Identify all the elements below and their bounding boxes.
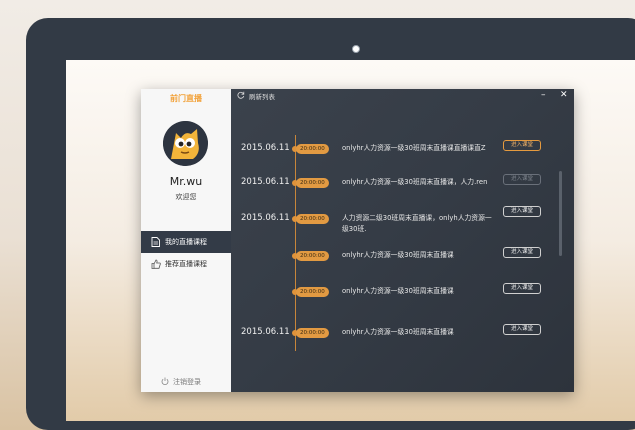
sidebar: 前门直播 Mr.wu 欢迎您 我的直播课程 推荐直播课程 注销登录 bbox=[141, 89, 231, 392]
course-row: 2015.06.11 20:00:00 onlyhr人力资源一级30班周末直播课… bbox=[231, 323, 561, 343]
logo-text: 前门直播 bbox=[170, 94, 202, 103]
course-time-badge: 20:00:00 bbox=[296, 214, 329, 224]
laptop-frame: 前门直播 Mr.wu 欢迎您 我的直播课程 推荐直播课程 注销登录 刷新列表 –… bbox=[26, 18, 635, 430]
course-date: 2015.06.11 bbox=[241, 177, 290, 187]
enter-classroom-button[interactable]: 进入课堂 bbox=[503, 247, 541, 258]
course-title: 人力资源二级30班周末直播课，onlyh人力资源一级30班. bbox=[342, 214, 492, 233]
avatar-image bbox=[163, 121, 208, 166]
course-row: 2015.06.11 20:00:00 人力资源二级30班周末直播课，onlyh… bbox=[231, 206, 561, 233]
sidebar-item-label: 推荐直播课程 bbox=[165, 260, 207, 268]
course-title: onlyhr人力资源一级30班周末直播课，人力.ren bbox=[342, 178, 488, 186]
thumbs-up-icon bbox=[151, 259, 161, 269]
course-date: 2015.06.11 bbox=[241, 327, 290, 337]
logout-label: 注销登录 bbox=[173, 378, 201, 386]
course-row: 20:00:00 onlyhr人力资源一级30班周末直播课 进入课堂 bbox=[231, 246, 561, 266]
course-title: onlyhr人力资源一级30班周末直播课 bbox=[342, 251, 454, 259]
course-date: 2015.06.11 bbox=[241, 143, 290, 153]
course-time-badge: 20:00:00 bbox=[296, 328, 329, 338]
course-time-badge: 20:00:00 bbox=[296, 144, 329, 154]
course-time-badge: 20:00:00 bbox=[296, 251, 329, 261]
sidebar-item-my-courses[interactable]: 我的直播课程 bbox=[141, 231, 231, 253]
sidebar-item-recommended[interactable]: 推荐直播课程 bbox=[141, 253, 231, 275]
course-time-badge: 20:00:00 bbox=[296, 178, 329, 188]
top-bar: 刷新列表 – ✕ bbox=[231, 89, 574, 103]
timeline-line bbox=[295, 135, 296, 351]
logout-button[interactable]: 注销登录 bbox=[161, 377, 201, 387]
enter-classroom-button[interactable]: 进入课堂 bbox=[503, 324, 541, 335]
enter-classroom-button[interactable]: 进入课堂 bbox=[503, 283, 541, 294]
minimize-button[interactable]: – bbox=[541, 90, 546, 100]
document-icon bbox=[151, 237, 161, 247]
course-row: 20:00:00 onlyhr人力资源一级30班周末直播课 进入课堂 bbox=[231, 282, 561, 302]
enter-classroom-button[interactable]: 进入课堂 bbox=[503, 140, 541, 151]
course-row: 2015.06.11 20:00:00 onlyhr人力资源一级30班周末直播课… bbox=[231, 173, 561, 193]
course-time-badge: 20:00:00 bbox=[296, 287, 329, 297]
app-window: 前门直播 Mr.wu 欢迎您 我的直播课程 推荐直播课程 注销登录 刷新列表 –… bbox=[141, 89, 574, 392]
camera-icon bbox=[352, 45, 360, 53]
course-list-panel: 刷新列表 – ✕ 2015.06.11 20:00:00 onlyhr人力资源一… bbox=[231, 89, 574, 392]
app-logo: 前门直播 bbox=[141, 93, 231, 104]
refresh-label: 刷新列表 bbox=[249, 93, 275, 101]
course-date: 2015.06.11 bbox=[241, 213, 290, 223]
enter-classroom-button[interactable]: 进入课堂 bbox=[503, 174, 541, 185]
laptop-screen: 前门直播 Mr.wu 欢迎您 我的直播课程 推荐直播课程 注销登录 刷新列表 –… bbox=[66, 60, 635, 421]
enter-classroom-button[interactable]: 进入课堂 bbox=[503, 206, 541, 217]
course-title: onlyhr人力资源一级30班周末直播课 bbox=[342, 328, 454, 336]
refresh-button[interactable]: 刷新列表 bbox=[237, 91, 275, 101]
power-icon bbox=[161, 377, 169, 387]
course-row: 2015.06.11 20:00:00 onlyhr人力资源一级30班周末直播课… bbox=[231, 139, 561, 159]
refresh-icon bbox=[237, 91, 245, 101]
close-button[interactable]: ✕ bbox=[560, 90, 568, 100]
course-title: onlyhr人力资源一级30班周末直播课直播课直Z bbox=[342, 144, 486, 152]
sidebar-item-label: 我的直播课程 bbox=[165, 238, 207, 246]
course-title: onlyhr人力资源一级30班周末直播课 bbox=[342, 287, 454, 295]
username: Mr.wu bbox=[169, 175, 203, 188]
avatar[interactable] bbox=[163, 121, 208, 166]
welcome-text: 欢迎您 bbox=[175, 193, 197, 201]
